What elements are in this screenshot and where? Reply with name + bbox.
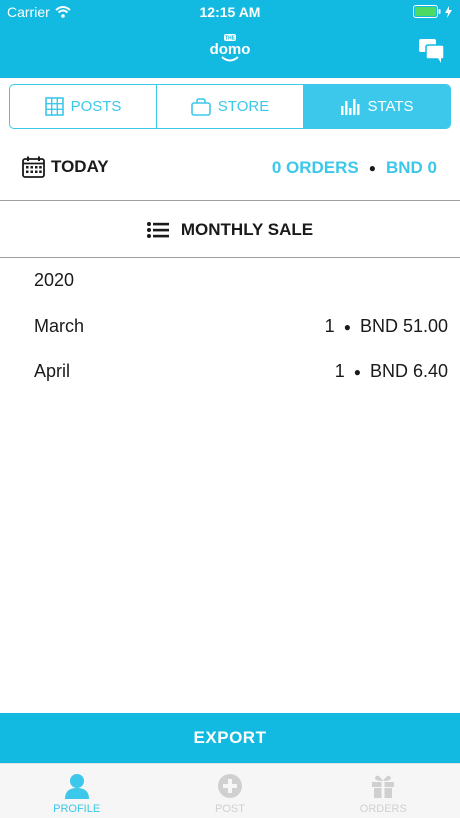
person-icon <box>64 774 89 799</box>
battery-indicator <box>413 5 452 18</box>
tab-orders[interactable]: ORDERS <box>307 764 460 818</box>
month-value: 1 ● BND 6.40 <box>335 361 448 382</box>
order-count: 1 <box>334 361 345 381</box>
order-count: 1 <box>324 316 335 336</box>
tab-profile-label: PROFILE <box>53 803 101 815</box>
list-item: March 1 ● BND 51.00 <box>34 316 448 340</box>
divider <box>0 257 460 258</box>
today-label: TODAY <box>51 157 109 176</box>
today-stats: 0 ORDERS ● BND 0 <box>272 158 437 178</box>
export-button[interactable]: EXPORT <box>0 713 460 763</box>
today-amount: BND 0 <box>385 158 437 177</box>
charging-icon <box>445 5 452 18</box>
sale-amount: BND 51.00 <box>359 316 448 336</box>
tab-store-label: STORE <box>217 98 270 115</box>
monthly-sale-header: MONTHLY SALE <box>0 203 460 257</box>
view-segmented-control: POSTS STORE STATS <box>9 84 451 129</box>
plus-circle-icon <box>217 774 242 798</box>
list-item: April 1 ● BND 6.40 <box>34 361 448 385</box>
sale-amount: BND 6.40 <box>369 361 448 381</box>
tab-stats-label: STATS <box>367 98 414 115</box>
battery-icon <box>413 5 441 18</box>
tab-post[interactable]: POST <box>153 764 306 818</box>
monthly-sale-title: MONTHLY SALE <box>180 220 314 239</box>
tab-post-label: POST <box>215 803 245 815</box>
app-header: Carrier 12:15 AM THE domo <box>0 0 460 78</box>
chat-icon[interactable] <box>418 37 446 65</box>
separator-dot: ● <box>368 161 376 175</box>
calendar-icon <box>22 156 45 178</box>
divider <box>0 200 460 201</box>
today-summary: TODAY 0 ORDERS ● BND 0 <box>0 148 460 188</box>
bar-chart-icon <box>341 98 360 115</box>
svg-text:domo: domo <box>210 41 251 58</box>
tab-posts[interactable]: POSTS <box>10 85 157 128</box>
separator-dot: ● <box>343 319 351 334</box>
month-label: April <box>34 361 71 381</box>
tab-orders-label: ORDERS <box>359 803 407 815</box>
year-label: 2020 <box>34 270 75 290</box>
domo-logo: THE domo <box>210 34 251 62</box>
tab-profile[interactable]: PROFILE <box>0 764 153 818</box>
gift-icon <box>372 775 395 798</box>
today-orders: 0 ORDERS <box>271 158 359 177</box>
separator-dot: ● <box>353 364 361 379</box>
grid-icon <box>44 97 64 116</box>
tab-stats[interactable]: STATS <box>304 85 450 128</box>
today-heading: TODAY <box>22 156 109 178</box>
month-label: March <box>34 316 85 336</box>
tab-posts-label: POSTS <box>70 98 122 115</box>
bag-icon <box>190 97 211 116</box>
tab-store[interactable]: STORE <box>157 85 304 128</box>
clock: 12:15 AM <box>199 4 261 20</box>
list-icon <box>146 222 169 238</box>
bottom-tab-bar: PROFILE POST ORDERS <box>0 763 460 818</box>
month-value: 1 ● BND 51.00 <box>325 316 448 337</box>
status-bar: Carrier 12:15 AM <box>0 0 460 24</box>
